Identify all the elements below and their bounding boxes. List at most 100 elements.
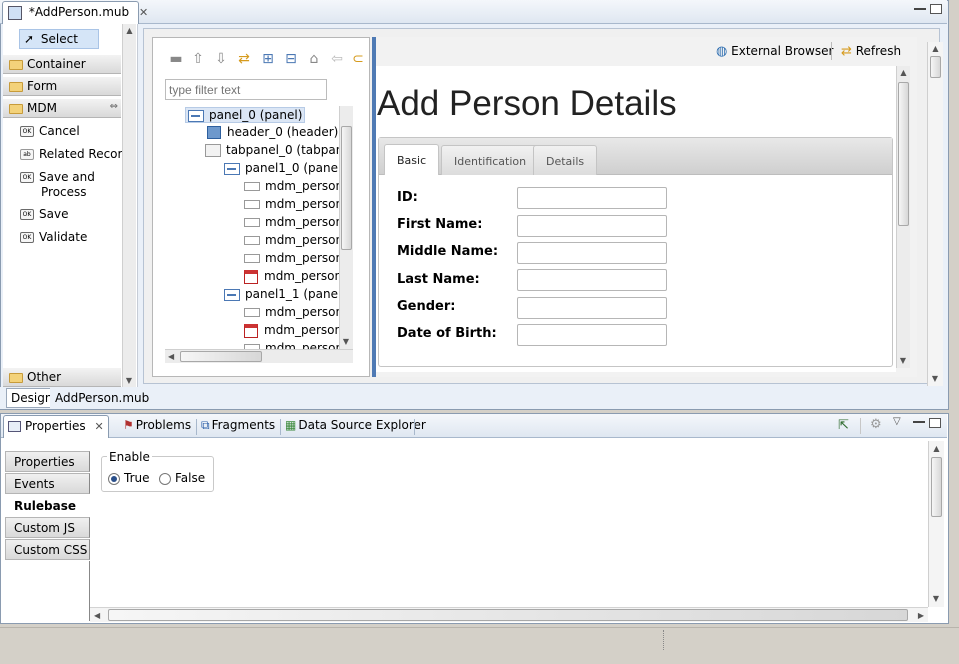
scroll-down-icon[interactable]: ▼ <box>929 594 943 604</box>
refresh-button[interactable]: ⇄ Refresh <box>841 44 901 59</box>
tab-data-source-explorer[interactable]: ▦ Data Source Explorer <box>281 415 430 438</box>
view-menu-icon[interactable]: ▽ <box>893 416 901 427</box>
tree-node-field[interactable]: mdm_person_ <box>244 233 339 247</box>
scroll-up-icon[interactable]: ▲ <box>928 44 943 54</box>
settings-icon[interactable]: ⚙ <box>870 417 882 432</box>
tab-details[interactable]: Details <box>533 145 598 175</box>
first-name-field[interactable] <box>517 215 667 237</box>
side-tab-custom-js[interactable]: Custom JS <box>5 517 90 538</box>
back-icon[interactable]: ⇦ <box>329 51 345 67</box>
maximize-icon[interactable] <box>930 4 942 14</box>
collapse-icon[interactable]: ▬ <box>168 51 184 67</box>
scroll-down-icon[interactable]: ▼ <box>340 337 352 347</box>
side-tab-properties[interactable]: Properties <box>5 451 90 472</box>
side-tab-events[interactable]: Events <box>5 473 90 494</box>
palette-item-save[interactable]: OK Save <box>20 207 68 221</box>
close-icon[interactable]: ✕ <box>139 6 148 19</box>
maximize-icon[interactable] <box>929 418 941 428</box>
outline-filter-input[interactable] <box>165 79 327 100</box>
tree-node-field[interactable]: mdm_person_ <box>244 341 339 349</box>
outline-hscrollbar[interactable]: ◀ <box>165 349 353 363</box>
tab-basic[interactable]: Basic <box>384 144 440 175</box>
scrollbar-thumb[interactable] <box>108 609 908 621</box>
tree-node-panel1-1[interactable]: panel1_1 (panel1) <box>224 287 339 301</box>
drawer-container[interactable]: Container <box>3 55 121 74</box>
tree-node-tabpanel-0[interactable]: tabpanel_0 (tabpanel) <box>205 143 339 157</box>
tree-node-header-0[interactable]: header_0 (header) <box>207 125 338 139</box>
tab-problems[interactable]: ⚑ Problems <box>119 415 195 438</box>
tabpanel-icon <box>205 144 221 157</box>
minimize-icon[interactable] <box>914 6 926 10</box>
close-icon[interactable]: ✕ <box>94 420 103 433</box>
date-of-birth-field[interactable] <box>517 324 667 346</box>
tree-node-calendar[interactable]: mdm_person_ <box>244 323 339 338</box>
scroll-up-icon[interactable]: ▲ <box>123 26 136 36</box>
pin-icon[interactable]: ⇔ <box>110 101 118 112</box>
external-browser-button[interactable]: ◍ External Browser <box>716 44 833 59</box>
middle-name-field[interactable] <box>517 242 667 264</box>
minimize-icon[interactable] <box>913 419 925 423</box>
refresh-icon: ⇄ <box>841 44 852 59</box>
pin-view-icon[interactable]: ⇱ <box>838 418 849 433</box>
palette-item-cancel[interactable]: OK Cancel <box>20 124 80 138</box>
scrollbar-thumb[interactable] <box>180 351 262 362</box>
status-bar <box>0 627 959 664</box>
tree-node-field[interactable]: mdm_person_ <box>244 251 339 265</box>
side-tab-custom-css[interactable]: Custom CSS <box>5 539 90 560</box>
scrollbar-thumb[interactable] <box>930 56 941 78</box>
enable-true-radio[interactable]: True <box>108 471 150 485</box>
field-label-gender: Gender: <box>397 299 456 314</box>
scroll-down-icon[interactable]: ▼ <box>928 374 942 384</box>
move-up-icon[interactable]: ⇧ <box>190 51 206 67</box>
scroll-up-icon[interactable]: ▲ <box>897 68 910 78</box>
tree-node-panel1-0[interactable]: panel1_0 (panel1) <box>224 161 339 175</box>
tab-identification[interactable]: Identification <box>441 145 540 175</box>
side-tab-rulebase[interactable]: Rulebase <box>5 495 90 516</box>
scroll-left-icon[interactable]: ◀ <box>168 352 174 362</box>
editor-tab[interactable]: *AddPerson.mub ✕ <box>2 1 148 24</box>
scroll-down-icon[interactable]: ▼ <box>897 356 909 366</box>
properties-hscrollbar[interactable]: ◀ ▶ <box>90 607 928 622</box>
last-name-field[interactable] <box>517 269 667 291</box>
tree-node-field[interactable]: mdm_person_ <box>244 179 339 193</box>
preview-vscrollbar[interactable]: ▲ ▼ <box>896 66 910 368</box>
tree-node-field[interactable]: mdm_person_ <box>244 197 339 211</box>
properties-vscrollbar[interactable]: ▲ ▼ <box>928 441 944 607</box>
scroll-left-icon[interactable]: ◀ <box>94 611 100 621</box>
gender-field[interactable] <box>517 297 667 319</box>
tree-node-panel-0[interactable]: panel_0 (panel) <box>185 107 306 123</box>
palette-scrollbar[interactable]: ▲ ▼ <box>122 24 136 388</box>
tab-source[interactable]: AddPerson.mub <box>50 388 155 408</box>
outline-vscrollbar[interactable]: ▼ <box>339 106 353 349</box>
scroll-down-icon[interactable]: ▼ <box>123 376 135 386</box>
tree-node-calendar[interactable]: mdm_person_ <box>244 269 339 284</box>
tree-node-field[interactable]: mdm_person_ <box>244 215 339 229</box>
scrollbar-thumb[interactable] <box>341 126 352 250</box>
collapse-all-icon[interactable]: ⊟ <box>283 51 299 67</box>
drawer-form[interactable]: Form <box>3 77 121 96</box>
sync-icon[interactable]: ⇄ <box>236 51 252 67</box>
palette-item-related-record[interactable]: ab Related Record <box>20 147 130 161</box>
palette-item-save-and-process[interactable]: OK Save and <box>20 170 95 184</box>
tree-node-field[interactable]: mdm_person_ <box>244 305 339 319</box>
canvas-vscrollbar[interactable]: ▲ ▼ <box>927 42 943 386</box>
tab-properties[interactable]: Properties ✕ <box>3 415 109 438</box>
drawer-mdm[interactable]: MDM ⇔ <box>3 99 121 118</box>
tab-fragments[interactable]: ⧉ Fragments <box>197 415 279 438</box>
tab-separator <box>414 419 415 435</box>
id-field[interactable] <box>517 187 667 209</box>
scrollbar-thumb[interactable] <box>898 82 909 226</box>
mub-file-icon <box>8 5 22 20</box>
move-down-icon[interactable]: ⇩ <box>213 51 229 67</box>
palette-item-validate[interactable]: OK Validate <box>20 230 87 244</box>
scroll-right-icon[interactable]: ▶ <box>918 611 924 621</box>
expand-all-icon[interactable]: ⊞ <box>260 51 276 67</box>
field-label-id: ID: <box>397 190 418 205</box>
home-icon[interactable]: ⌂ <box>306 51 322 67</box>
more-icon[interactable]: ⊂ <box>350 51 366 67</box>
scrollbar-thumb[interactable] <box>931 457 942 517</box>
select-tool[interactable]: ➚ Select <box>19 29 99 49</box>
scroll-up-icon[interactable]: ▲ <box>929 444 944 454</box>
drawer-other[interactable]: Other <box>3 368 121 387</box>
enable-false-radio[interactable]: False <box>159 471 205 485</box>
